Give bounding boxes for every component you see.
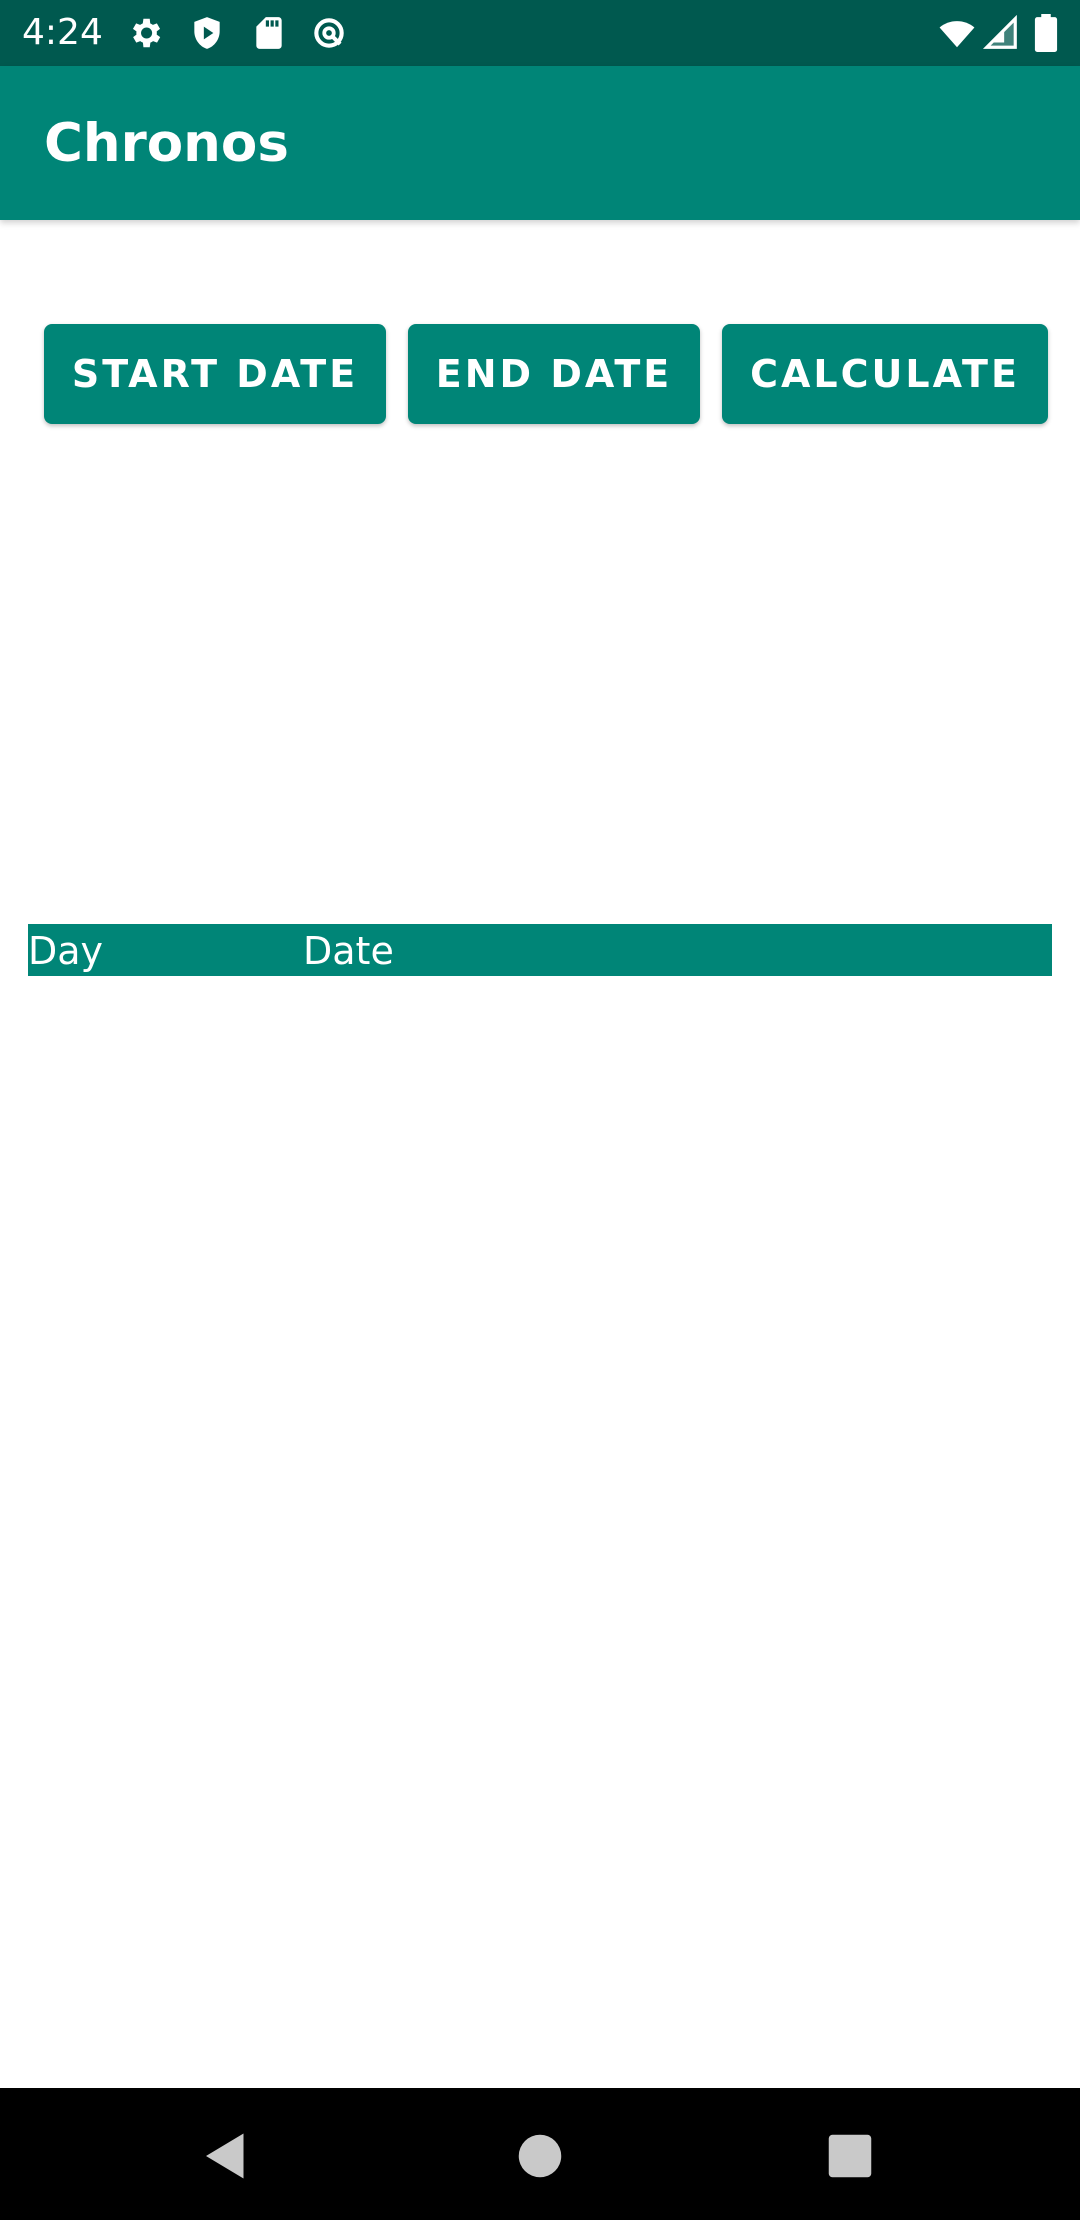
home-icon[interactable] — [510, 2126, 570, 2186]
app-title: Chronos — [44, 113, 289, 174]
app-bar: Chronos — [0, 66, 1080, 220]
signal-icon — [982, 14, 1020, 52]
settings-icon — [126, 14, 164, 52]
status-bar: 4:24 — [0, 0, 1080, 66]
calculate-button[interactable]: CALCULATE — [722, 324, 1048, 424]
column-header-day: Day — [28, 929, 104, 973]
navigation-bar — [0, 2088, 1080, 2220]
sd-card-icon — [250, 14, 288, 52]
end-date-button[interactable]: END DATE — [408, 324, 700, 424]
shield-play-icon — [188, 14, 226, 52]
table-header: Day Date — [28, 924, 1052, 976]
sync-icon — [310, 14, 348, 52]
column-header-date: Date — [303, 929, 394, 973]
status-time: 4:24 — [22, 12, 103, 53]
back-icon[interactable] — [196, 2126, 256, 2186]
recents-icon[interactable] — [820, 2126, 880, 2186]
battery-icon — [1032, 14, 1060, 52]
wifi-icon — [936, 14, 978, 52]
start-date-button[interactable]: START DATE — [44, 324, 386, 424]
